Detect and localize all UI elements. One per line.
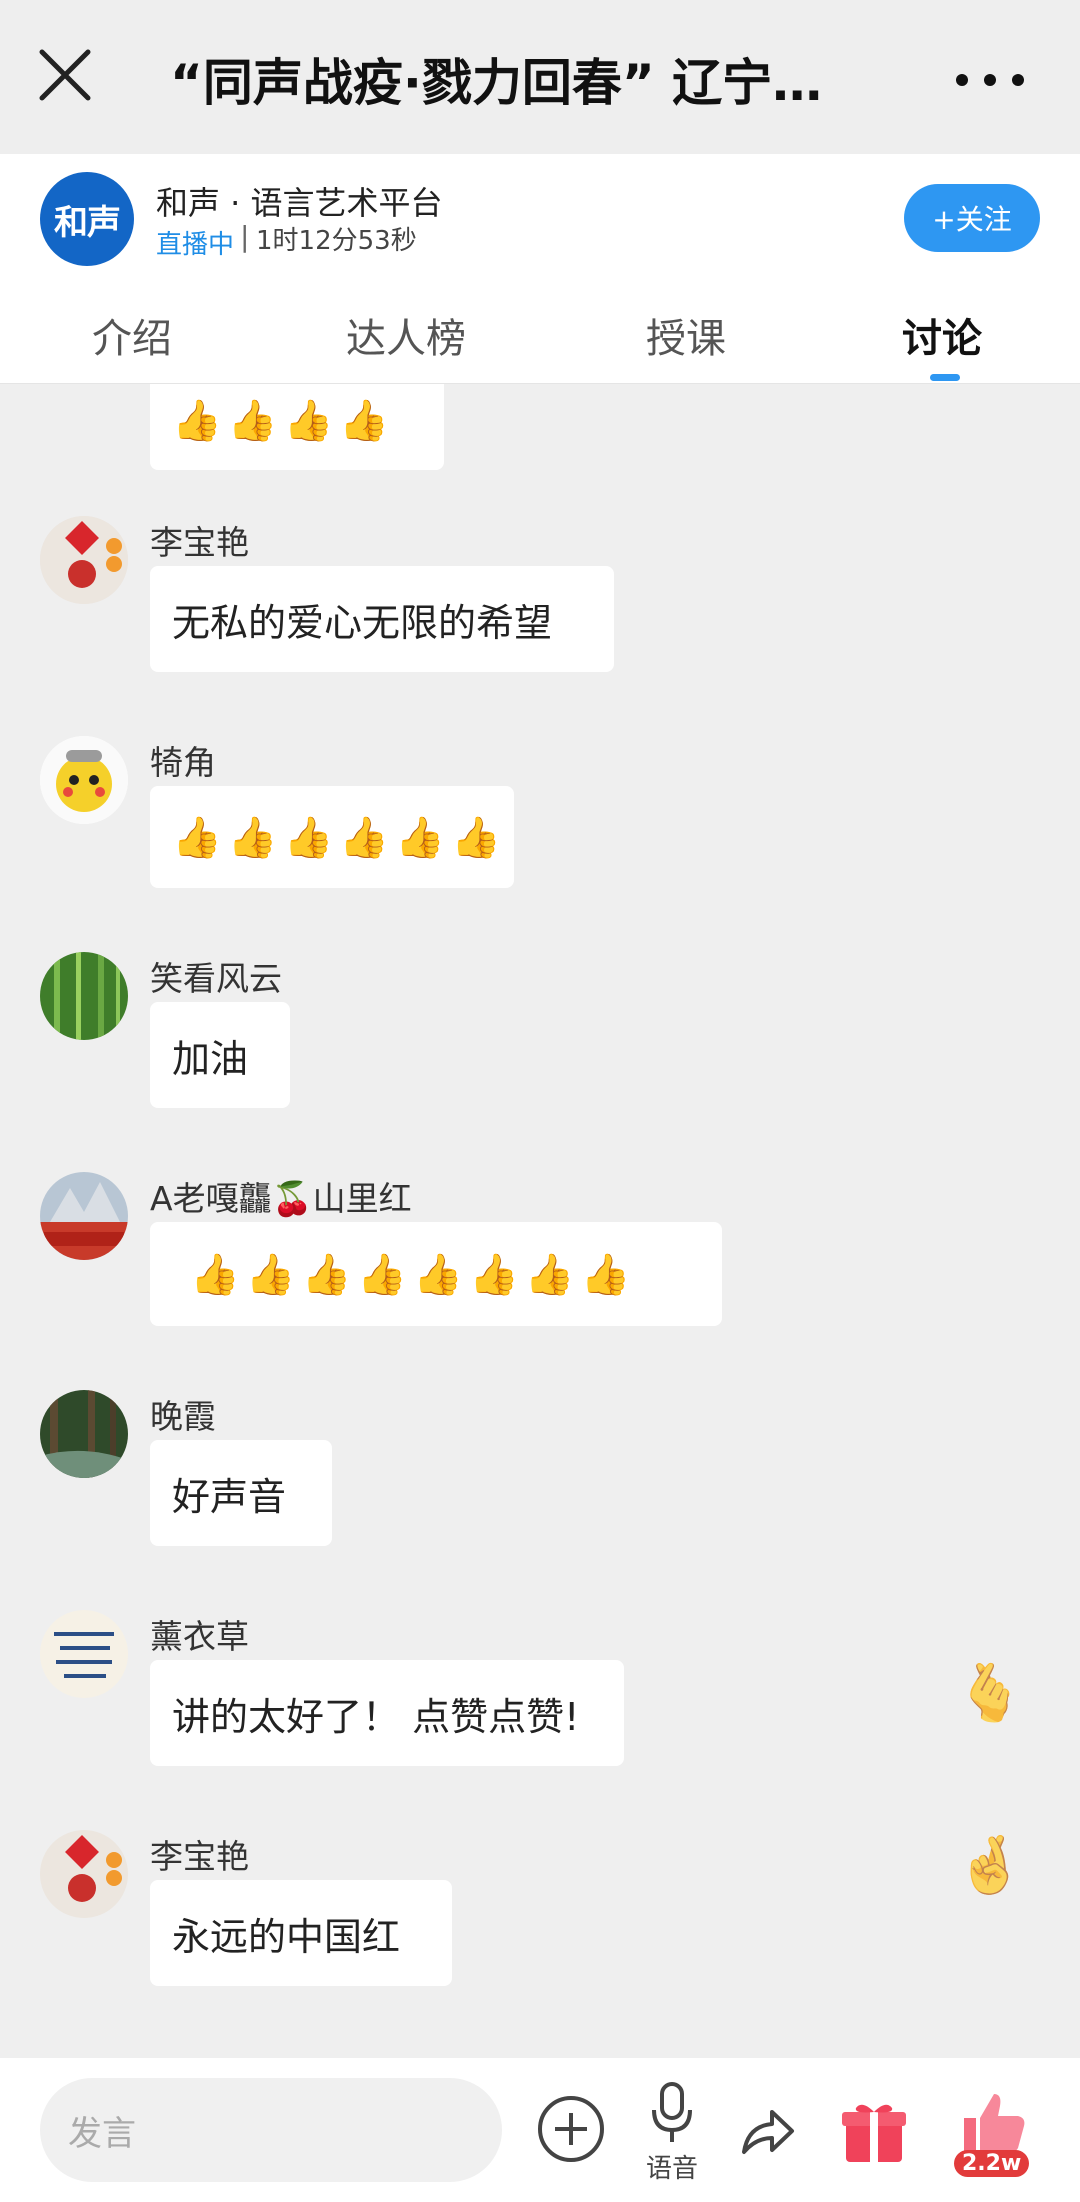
user-name: 笑看风云 [150,959,282,998]
floating-heart-hand-icon: 🤞 [955,1833,1025,1898]
comment-input[interactable]: 发言 [40,2078,502,2182]
microphone-icon [652,2082,692,2142]
share-icon[interactable] [736,2100,798,2162]
voice-button[interactable]: 语音 [632,2080,712,2184]
tab-lessons[interactable]: 授课 [646,306,726,364]
page-title: “同声战疫·戮力回春” 辽宁… [170,54,823,112]
tab-intro[interactable]: 介绍 [92,306,172,364]
thumbs-up-icon [964,2094,1025,2152]
message-bubble[interactable]: 👍👍👍👍 [150,384,444,470]
user-name: 李宝艳 [150,523,249,562]
user-name: 晚霞 [150,1397,216,1436]
user-name: 犄角 [150,743,216,782]
active-tab-indicator [930,374,960,381]
like-count-badge: 2.2w [954,2150,1030,2177]
avatar[interactable] [40,516,128,604]
voice-label: 语音 [645,2154,698,2184]
channel-name[interactable]: 和声 · 语言艺术平台 [156,178,443,224]
like-button[interactable]: 2.2w [950,2086,1030,2182]
user-name: 薰衣草 [150,1617,249,1656]
avatar[interactable] [40,1390,128,1478]
live-status: 直播中 [156,230,235,260]
message-bubble[interactable]: 无私的爱心无限的希望 [150,566,614,672]
message-bubble[interactable]: 永远的中国红 [150,1880,452,1986]
user-name: A老嘎龘🍒山里红 [150,1179,412,1218]
tab-discussion[interactable]: 讨论 [902,306,982,364]
plus-icon[interactable] [538,2096,604,2162]
message-bubble[interactable]: 👍👍👍👍👍👍👍👍 [150,1222,722,1326]
message-bubble[interactable]: 加油 [150,1002,290,1108]
avatar[interactable] [40,1610,128,1698]
tab-leaderboard[interactable]: 达人榜 [346,306,466,364]
tab-bar: 介绍 达人榜 授课 讨论 [0,282,1080,384]
live-duration: 1时12分53秒 [256,226,417,256]
channel-logo[interactable]: 和声 [40,172,134,266]
avatar[interactable] [40,1830,128,1918]
channel-header: 和声 和声 · 语言艺术平台 直播中 | 1时12分53秒 +关注 [0,154,1080,282]
chat-list[interactable]: 👍👍👍👍 李宝艳 无私的爱心无限的希望 犄角 👍👍👍👍👍👍 笑看风云 加油 A老… [0,384,1080,2058]
avatar[interactable] [40,1172,128,1260]
message-bubble[interactable]: 👍👍👍👍👍👍 [150,786,514,888]
follow-button[interactable]: +关注 [904,184,1040,252]
top-nav-bar: “同声战疫·戮力回春” 辽宁… [0,0,1080,154]
bottom-toolbar: 发言 语音 2.2w [0,2058,1080,2202]
message-bubble[interactable]: 好声音 [150,1440,332,1546]
avatar[interactable] [40,736,128,824]
user-name: 李宝艳 [150,1837,249,1876]
gift-icon[interactable] [840,2098,908,2166]
status-separator: | [240,220,250,253]
avatar[interactable] [40,952,128,1040]
message-bubble[interactable]: 讲的太好了！ 点赞点赞! [150,1660,624,1766]
floating-heart-hand-icon: 🫰 [955,1661,1025,1726]
close-icon[interactable] [30,40,100,110]
more-icon[interactable] [950,55,1030,105]
